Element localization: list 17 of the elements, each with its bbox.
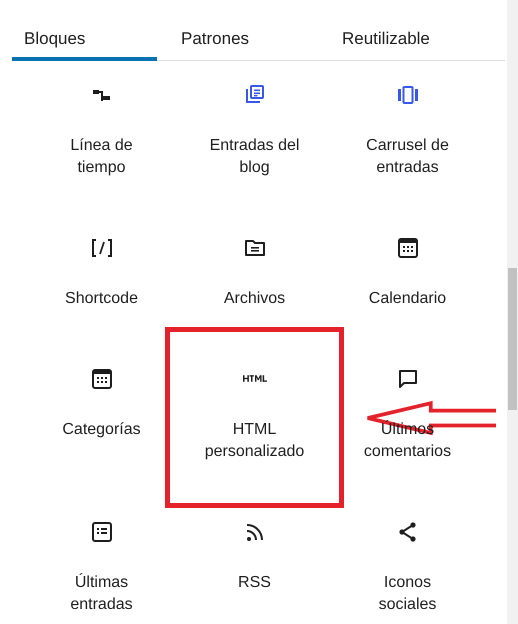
block-label[interactable]: Últimas entradas <box>48 572 156 616</box>
block-label[interactable]: Línea de tiempo <box>48 135 156 179</box>
tab[interactable]: Bloques <box>12 0 157 61</box>
scrollbar-thumb[interactable] <box>508 268 517 410</box>
block-label[interactable]: HTML personalizado <box>200 419 308 463</box>
block-label[interactable]: Calendario <box>354 288 462 310</box>
block-label[interactable]: Entradas del blog <box>200 135 308 179</box>
block-label[interactable]: Shortcode <box>48 288 156 310</box>
block-label[interactable]: Archivos <box>200 288 308 310</box>
html-icon <box>242 375 266 382</box>
tab[interactable]: Reutilizable <box>317 0 505 61</box>
tab[interactable]: Patrones <box>157 0 317 61</box>
block-label[interactable]: Categorías <box>48 419 156 441</box>
block-label[interactable]: RSS <box>200 572 308 594</box>
scrollbar-track[interactable] <box>507 0 518 624</box>
block-label[interactable]: Carrusel de entradas <box>354 135 462 179</box>
block-label[interactable]: Iconos sociales <box>354 572 462 616</box>
